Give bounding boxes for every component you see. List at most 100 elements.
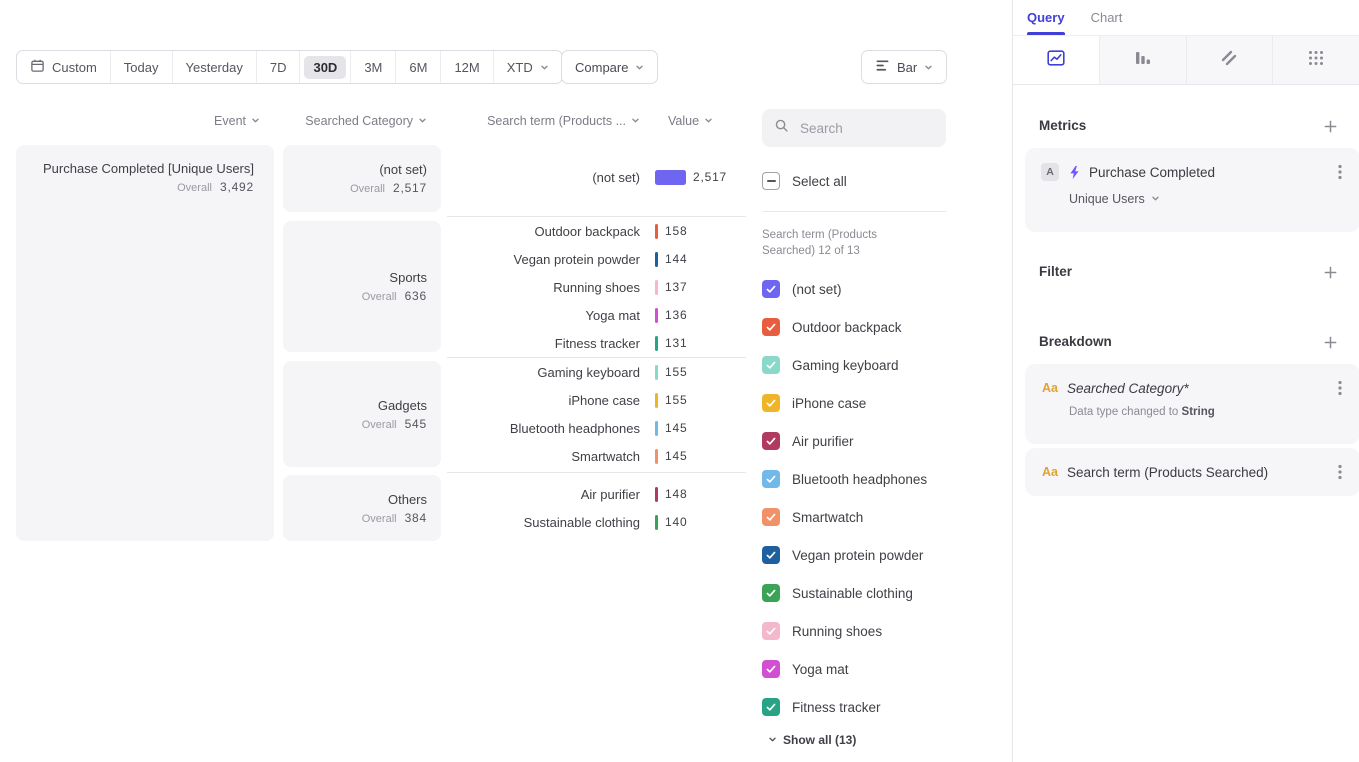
search-input[interactable] [798,120,934,137]
column-header-term[interactable]: Search term (Products ... [447,114,640,128]
compare-button[interactable]: Compare [561,50,658,84]
filter-item-gaming-keyboard[interactable]: Gaming keyboard [762,346,972,384]
series-row-not-set[interactable]: (not set) 2,517 [447,163,747,191]
aggregation-selector[interactable]: Unique Users [1069,192,1160,206]
select-all[interactable]: Select all [762,172,847,190]
filter-item-air-purifier[interactable]: Air purifier [762,422,972,460]
series-label: Fitness tracker [447,336,640,351]
column-header-label: Value [668,114,699,128]
series-value: 131 [665,336,687,350]
category-cell-gadgets[interactable]: Gadgets Overall 545 [283,361,441,467]
tab-retention[interactable] [1187,36,1274,84]
series-value: 155 [665,365,687,379]
series-value: 158 [665,224,687,238]
checked-checkbox[interactable] [762,622,780,640]
date-range-yesterday[interactable]: Yesterday [173,51,257,83]
series-row-running-shoes[interactable]: Running shoes 137 [447,273,747,301]
tab-bar-chart[interactable] [1100,36,1187,84]
add-metric-button[interactable] [1319,115,1341,137]
series-row-smartwatch[interactable]: Smartwatch 145 [447,442,747,470]
filter-item-label: Outdoor backpack [792,320,902,335]
checked-checkbox[interactable] [762,394,780,412]
select-all-checkbox[interactable] [762,172,780,190]
filter-item-not-set[interactable]: (not set) [762,270,972,308]
series-bar [655,308,658,323]
add-breakdown-button[interactable] [1319,331,1341,353]
checked-checkbox[interactable] [762,318,780,336]
event-cell[interactable]: Purchase Completed [Unique Users] Overal… [16,145,274,541]
checked-checkbox[interactable] [762,280,780,298]
category-cell-sports[interactable]: Sports Overall 636 [283,221,441,352]
filter-item-outdoor-backpack[interactable]: Outdoor backpack [762,308,972,346]
query-panel: Query Chart Metrics A Purchase Completed … [1012,0,1359,762]
filter-item-smartwatch[interactable]: Smartwatch [762,498,972,536]
kebab-menu-icon[interactable] [1334,378,1346,398]
breakdown-card-searched-category[interactable]: Aa Searched Category* Data type changed … [1025,364,1359,444]
date-range-6m[interactable]: 6M [396,51,441,83]
series-row-fitness-tracker[interactable]: Fitness tracker 131 [447,329,747,357]
checked-checkbox[interactable] [762,470,780,488]
tab-chart[interactable]: Chart [1091,0,1123,35]
series-row-gaming-keyboard[interactable]: Gaming keyboard 155 [447,358,747,386]
series-label: iPhone case [447,393,640,408]
date-range-3m[interactable]: 3M [351,51,396,83]
metrics-heading: Metrics [1039,118,1086,133]
metric-card[interactable]: A Purchase Completed Unique Users [1025,148,1359,232]
series-row-sustainable-clothing[interactable]: Sustainable clothing 140 [447,508,747,536]
date-range-xtd[interactable]: XTD [494,51,562,83]
date-range-12m[interactable]: 12M [441,51,493,83]
series-value: 145 [665,421,687,435]
column-header-category[interactable]: Searched Category [283,114,427,128]
series-bar [655,252,658,267]
metric-event-name: Purchase Completed [1089,165,1215,180]
column-header-event[interactable]: Event [16,114,260,128]
series-value: 144 [665,252,687,266]
filter-item-running-shoes[interactable]: Running shoes [762,612,972,650]
tab-more-apps[interactable] [1273,36,1359,84]
kebab-menu-icon[interactable] [1334,462,1346,482]
filter-item-iphone-case[interactable]: iPhone case [762,384,972,422]
show-all-button[interactable]: Show all (13) [768,733,856,747]
tab-query[interactable]: Query [1027,0,1065,35]
insights-chart-icon [1046,48,1066,73]
breakdown-card-search-term-products-searched[interactable]: Aa Search term (Products Searched) [1025,448,1359,496]
column-header-value[interactable]: Value [668,114,713,128]
chart-type-dropdown[interactable]: Bar [861,50,947,84]
series-row-yoga-mat[interactable]: Yoga mat 136 [447,301,747,329]
insights-report: CustomTodayYesterday7D30D3M6M12MXTD Comp… [0,0,1359,762]
checked-checkbox[interactable] [762,660,780,678]
series-bar [655,336,658,351]
filter-item-vegan-protein-powder[interactable]: Vegan protein powder [762,536,972,574]
category-cell-not-set[interactable]: (not set) Overall 2,517 [283,145,441,212]
date-range-today[interactable]: Today [111,51,173,83]
filter-item-fitness-tracker[interactable]: Fitness tracker [762,688,972,726]
date-range-7d[interactable]: 7D [257,51,301,83]
checked-checkbox[interactable] [762,432,780,450]
series-label: Bluetooth headphones [447,421,640,436]
filter-item-bluetooth-headphones[interactable]: Bluetooth headphones [762,460,972,498]
tab-insights-chart[interactable] [1013,36,1100,84]
checked-checkbox[interactable] [762,508,780,526]
category-cell-others[interactable]: Others Overall 384 [283,475,441,541]
series-row-outdoor-backpack[interactable]: Outdoor backpack 158 [447,217,747,245]
series-bar [655,224,658,239]
checked-checkbox[interactable] [762,356,780,374]
date-range-custom[interactable]: Custom [17,51,111,83]
filter-search[interactable] [762,109,946,147]
checked-checkbox[interactable] [762,698,780,716]
series-row-bluetooth-headphones[interactable]: Bluetooth headphones 145 [447,414,747,442]
checked-checkbox[interactable] [762,584,780,602]
filter-item-sustainable-clothing[interactable]: Sustainable clothing [762,574,972,612]
chevron-down-icon [540,60,549,75]
chevron-down-icon [704,114,713,128]
series-row-iphone-case[interactable]: iPhone case 155 [447,386,747,414]
calendar-icon [30,58,45,76]
date-range-30d[interactable]: 30D [300,51,351,83]
series-row-vegan-protein-powder[interactable]: Vegan protein powder 144 [447,245,747,273]
event-bolt-icon [1068,165,1081,180]
checked-checkbox[interactable] [762,546,780,564]
filter-item-yoga-mat[interactable]: Yoga mat [762,650,972,688]
kebab-menu-icon[interactable] [1334,162,1346,182]
add-filter-button[interactable] [1319,261,1341,283]
series-row-air-purifier[interactable]: Air purifier 148 [447,480,747,508]
